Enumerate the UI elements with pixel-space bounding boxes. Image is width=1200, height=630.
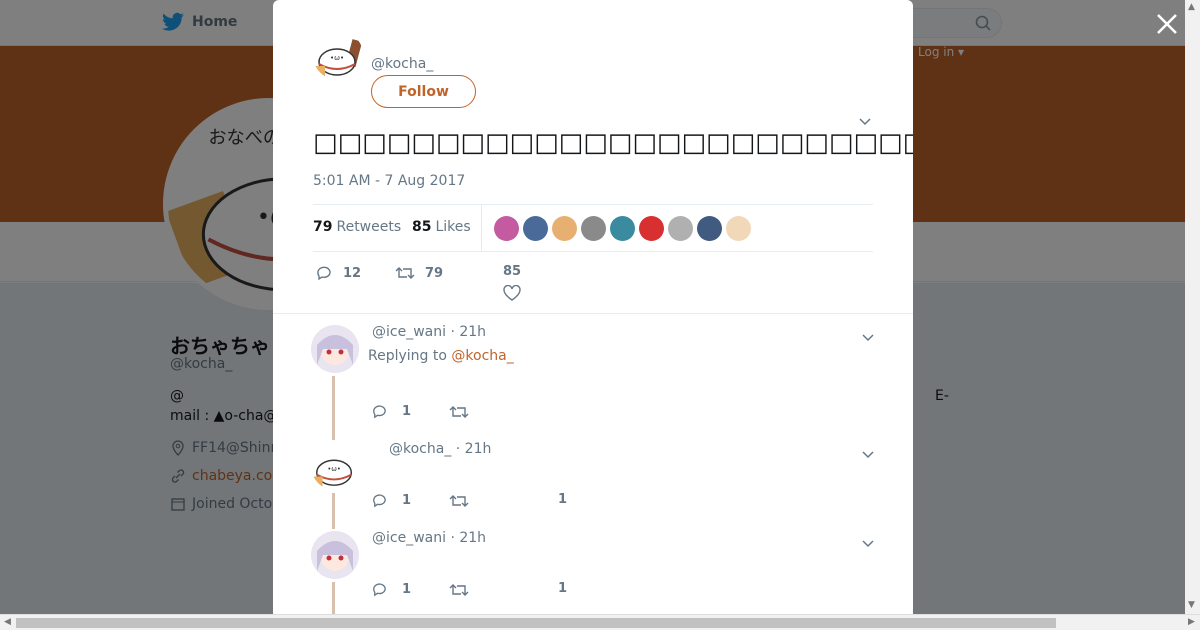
scroll-left-icon[interactable]: ◀: [4, 617, 11, 627]
likes-count: 85: [412, 219, 432, 235]
like-button[interactable]: 1: [558, 492, 567, 507]
scroll-down-icon[interactable]: ▼: [1188, 600, 1195, 610]
liker-avatar[interactable]: [639, 216, 664, 241]
stats-divider: [481, 205, 482, 251]
reply-author-avatar[interactable]: •ω•: [311, 442, 359, 490]
reply-handle[interactable]: @ice_wani · 21h: [372, 530, 486, 546]
tweet-text: □□□□□□□□□□□□□□□□□□□□□□□□□□□□□□□□□□□□□□□□…: [313, 128, 913, 158]
liker-avatar[interactable]: [552, 216, 577, 241]
reply-button[interactable]: 1: [371, 492, 411, 509]
retweets-count: 79: [313, 219, 333, 235]
reply-handle[interactable]: @ice_wani · 21h: [372, 324, 486, 340]
liker-avatars: [494, 216, 751, 241]
heart-icon: [503, 285, 521, 301]
liker-avatar[interactable]: [668, 216, 693, 241]
retweet-icon: [449, 406, 469, 418]
liker-avatar[interactable]: [610, 216, 635, 241]
anime-girl-avatar: [311, 531, 359, 579]
like-count: 1: [558, 492, 568, 507]
tweet-author-avatar[interactable]: •ω•: [313, 30, 363, 80]
tweet-timestamp[interactable]: 5:01 AM - 7 Aug 2017: [313, 173, 465, 189]
reply-icon: [317, 266, 331, 281]
horizontal-scroll-thumb[interactable]: [16, 618, 1056, 628]
reply-count: 1: [402, 493, 412, 508]
modal-divider: [273, 313, 913, 314]
like-button[interactable]: 85: [503, 264, 521, 301]
retweets-label: Retweets: [336, 219, 402, 235]
liker-avatar[interactable]: [697, 216, 722, 241]
thread-line: [332, 493, 335, 529]
retweet-button[interactable]: [449, 403, 469, 421]
thread-line: [332, 376, 335, 440]
reply-author-avatar[interactable]: [311, 531, 359, 579]
replying-to: Replying to @kocha_: [368, 348, 514, 364]
svg-text:•ω•: •ω•: [327, 465, 341, 473]
thread-line: [332, 582, 335, 614]
reply-icon: [373, 494, 386, 508]
reply-count: 1: [402, 582, 412, 597]
reply-icon: [373, 405, 386, 419]
pot-character-avatar: •ω•: [311, 442, 359, 490]
retweet-button[interactable]: [449, 492, 469, 510]
reply-count: 1: [402, 404, 412, 419]
tweet-stats: 79 Retweets 85 Likes: [313, 204, 873, 252]
likes-label: Likes: [435, 219, 471, 235]
retweets-stat[interactable]: 79 Retweets: [313, 219, 401, 235]
scroll-right-icon[interactable]: ▶: [1188, 617, 1195, 627]
vertical-scrollbar[interactable]: ▲ ▼: [1185, 0, 1200, 614]
liker-avatar[interactable]: [523, 216, 548, 241]
reply-button[interactable]: 1: [371, 403, 411, 420]
replying-to-prefix: Replying to: [368, 348, 452, 364]
follow-button[interactable]: Follow: [371, 75, 476, 108]
close-icon[interactable]: [1155, 12, 1179, 36]
anime-girl-avatar: [311, 325, 359, 373]
retweet-button[interactable]: [449, 581, 469, 599]
svg-text:•ω•: •ω•: [330, 54, 344, 62]
liker-avatar[interactable]: [726, 216, 751, 241]
like-count: 1: [558, 581, 568, 596]
retweet-count: 79: [425, 265, 444, 281]
retweet-icon: [449, 495, 469, 507]
like-button[interactable]: 1: [558, 581, 567, 596]
reply-button[interactable]: 12: [315, 264, 361, 282]
tweet-author-handle[interactable]: @kocha_: [371, 56, 433, 72]
replying-to-link[interactable]: @kocha_: [451, 348, 513, 364]
likes-stat[interactable]: 85 Likes: [412, 219, 471, 235]
pot-character-avatar: •ω•: [313, 30, 363, 80]
chevron-down-icon[interactable]: [861, 534, 875, 553]
reply-author-avatar[interactable]: [311, 325, 359, 373]
retweet-icon: [395, 267, 415, 279]
liker-avatar[interactable]: [581, 216, 606, 241]
retweet-icon: [449, 584, 469, 596]
liker-avatar[interactable]: [494, 216, 519, 241]
retweet-button[interactable]: 79: [395, 264, 443, 282]
chevron-down-icon[interactable]: [861, 328, 875, 347]
tweet-modal: •ω• @kocha_ Follow □□□□□□□□□□□□□□□□□□□□□…: [273, 0, 913, 614]
chevron-down-icon[interactable]: [861, 445, 875, 464]
tweet-actions: 12 79 85: [313, 264, 873, 314]
like-count: 85: [503, 264, 522, 279]
reply-icon: [373, 583, 386, 597]
horizontal-scrollbar[interactable]: ◀ ▶: [0, 614, 1200, 630]
scroll-up-icon[interactable]: ▲: [1188, 2, 1195, 12]
reply-button[interactable]: 1: [371, 581, 411, 598]
reply-handle[interactable]: @kocha_ · 21h: [389, 441, 491, 457]
reply-count: 12: [343, 265, 362, 281]
